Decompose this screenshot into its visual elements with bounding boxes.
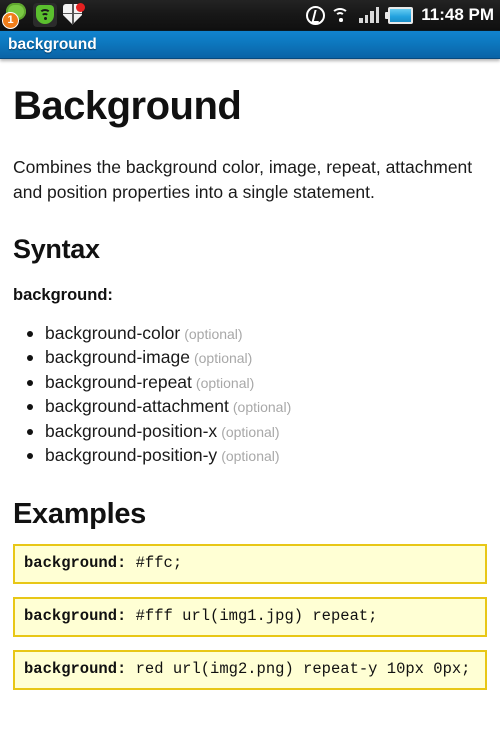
battery-icon bbox=[385, 6, 414, 24]
bullet-icon bbox=[27, 355, 33, 362]
bullet-icon bbox=[27, 453, 33, 460]
property-optional-note: (optional) bbox=[184, 325, 243, 342]
page-content: Background Combines the background color… bbox=[0, 59, 500, 747]
signal-bar-4 bbox=[375, 7, 380, 23]
code-property: background: bbox=[24, 659, 127, 678]
wifi-icon bbox=[331, 6, 353, 24]
security-shield-icon bbox=[61, 2, 85, 28]
property-name: background-repeat bbox=[45, 371, 192, 392]
list-item: background-color (optional) bbox=[27, 322, 487, 347]
code-example-3: background: red url(img2.png) repeat-y 1… bbox=[13, 649, 487, 690]
property-optional-note: (optional) bbox=[221, 448, 280, 465]
page-intro-text: Combines the background color, image, re… bbox=[13, 157, 473, 202]
wifi-dot bbox=[339, 18, 344, 22]
list-item: background-image (optional) bbox=[27, 346, 487, 371]
signal-bar-1 bbox=[359, 18, 363, 23]
property-optional-note: (optional) bbox=[232, 399, 292, 416]
signal-bars-icon bbox=[359, 7, 380, 23]
list-item: background-attachment (optional) bbox=[27, 395, 487, 420]
signal-bar-2 bbox=[364, 15, 369, 23]
property-optional-note: (optional) bbox=[195, 374, 255, 391]
security-shield-hline bbox=[63, 12, 82, 14]
property-optional-note: (optional) bbox=[193, 350, 253, 367]
status-bar-clock: 11:48 PM bbox=[421, 5, 494, 24]
bullet-icon bbox=[27, 379, 33, 386]
battery-fill bbox=[390, 8, 412, 22]
property-optional-note: (optional) bbox=[221, 423, 280, 440]
signal-bar-3 bbox=[370, 11, 374, 23]
app-title: background bbox=[8, 35, 97, 53]
code-value: red url(img2.png) repeat-y 10px 0px; bbox=[126, 659, 471, 678]
property-name: background-position-x bbox=[45, 420, 218, 441]
security-shield-alert-dot bbox=[76, 2, 85, 12]
property-name: background-image bbox=[45, 347, 190, 368]
code-example-2: background: #fff url(img1.jpg) repeat; bbox=[13, 596, 487, 637]
wifi-shield-icon bbox=[33, 3, 57, 27]
bullet-icon bbox=[27, 428, 33, 435]
code-value: #ffc; bbox=[126, 553, 183, 572]
list-item: background-position-y (optional) bbox=[27, 444, 487, 469]
section-title-examples: Examples bbox=[13, 497, 147, 530]
property-name: background-position-y bbox=[45, 445, 218, 466]
property-name: background-attachment bbox=[45, 396, 229, 417]
app-title-bar: background bbox=[0, 30, 500, 59]
phone-screen: 1 11:48 PM background Background Combine… bbox=[0, 0, 500, 748]
sync-icon bbox=[306, 5, 326, 25]
page-title: Background bbox=[13, 84, 242, 128]
message-icon: 1 bbox=[2, 2, 29, 29]
section-title-syntax: Syntax bbox=[13, 233, 100, 264]
message-badge-count: 1 bbox=[2, 12, 19, 29]
code-property: background: bbox=[24, 606, 127, 625]
code-example-1: background: #ffc; bbox=[13, 543, 487, 584]
status-bar: 1 11:48 PM bbox=[0, 0, 500, 30]
bullet-icon bbox=[27, 404, 33, 411]
property-name: background-color bbox=[45, 322, 181, 343]
syntax-property-label: background: bbox=[13, 285, 113, 304]
syntax-property-list: background-color (optional) background-im… bbox=[13, 322, 487, 469]
wifi-shield-dot bbox=[43, 17, 47, 20]
code-property: background: bbox=[24, 553, 127, 572]
status-bar-left-icons: 1 bbox=[2, 2, 85, 29]
status-bar-right-icons: 11:48 PM bbox=[306, 5, 494, 25]
code-value: #fff url(img1.jpg) repeat; bbox=[126, 606, 378, 625]
list-item: background-repeat (optional) bbox=[27, 371, 487, 396]
bullet-icon bbox=[27, 330, 33, 337]
list-item: background-position-x (optional) bbox=[27, 420, 487, 445]
